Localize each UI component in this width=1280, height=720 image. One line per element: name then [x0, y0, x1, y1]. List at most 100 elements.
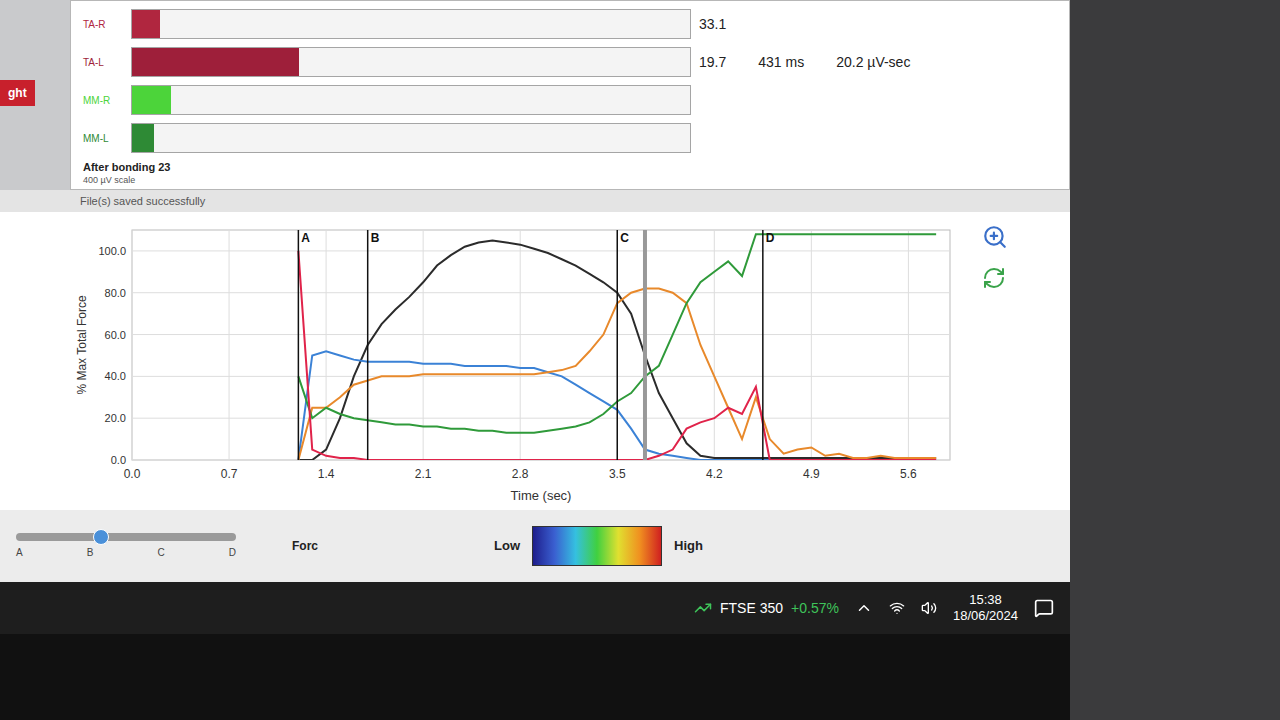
x-tick: 0.0	[124, 230, 141, 481]
phase-slider[interactable]: A B C D	[16, 533, 236, 560]
emg-bar	[131, 123, 691, 153]
emg-row: TA-R 33.1	[83, 9, 1057, 39]
scale-high: High	[674, 536, 703, 556]
phase-marker[interactable]: D	[763, 230, 775, 460]
scale-gradient	[532, 526, 662, 566]
x-tick: 0.7	[221, 230, 238, 481]
chart-panel: 0.0 20.0 40.0 60.0 80.0 100.0 0.0 0.7 1.4 2.1 2.8 3…	[0, 212, 1070, 510]
y-tick: 80.0	[105, 287, 950, 299]
emg-section: ght TA-R 33.1 TA-L 19.7 431 ms 20.2 µV-sec MM-R…	[0, 0, 1070, 190]
ticker[interactable]: FTSE 350 +0.57%	[694, 598, 839, 619]
emg-scale: 400 µV scale	[83, 175, 1057, 186]
emg-reading: 33.1	[699, 14, 726, 35]
emg-row: TA-L 19.7 431 ms 20.2 µV-sec	[83, 47, 1057, 77]
x-tick: 2.8	[512, 230, 529, 481]
taskbar: FTSE 350 +0.57% 15:3818/06/2024	[0, 582, 1070, 634]
volume-icon[interactable]	[921, 600, 937, 616]
x-tick: 4.9	[803, 230, 820, 481]
slider-label: B	[87, 545, 94, 560]
svg-text:4.2: 4.2	[706, 467, 723, 481]
emg-reading: 19.7	[699, 52, 726, 73]
zoom-icon[interactable]	[982, 224, 1008, 250]
ticker-name: FTSE 350	[720, 598, 783, 619]
emg-readings: 33.1	[699, 14, 726, 35]
y-tick: 20.0	[105, 412, 950, 424]
x-tick: 2.1	[415, 230, 432, 481]
slider-labels: A B C D	[16, 545, 236, 560]
phase-marker[interactable]: B	[368, 230, 380, 460]
scale-low: Low	[494, 536, 520, 556]
svg-text:0.7: 0.7	[221, 467, 238, 481]
controls-row: A B C D Forc Low High	[0, 510, 1070, 582]
force-chart: 0.0 20.0 40.0 60.0 80.0 100.0 0.0 0.7 1.4 2.1 2.8 3…	[70, 216, 970, 506]
force-label: Forc	[292, 537, 318, 555]
ticker-icon	[694, 599, 712, 617]
svg-text:A: A	[301, 231, 310, 245]
plot-area	[132, 230, 950, 460]
cursor-line[interactable]	[643, 230, 647, 460]
slider-track[interactable]	[16, 533, 236, 541]
svg-text:3.5: 3.5	[609, 467, 626, 481]
svg-text:60.0: 60.0	[105, 329, 126, 341]
emg-title: After bonding 23	[83, 161, 1057, 175]
svg-text:40.0: 40.0	[105, 370, 126, 382]
emg-label: TA-R	[83, 17, 123, 32]
emg-panel: TA-R 33.1 TA-L 19.7 431 ms 20.2 µV-sec MM-R MM-…	[70, 0, 1070, 190]
y-axis-label: % Max Total Force	[75, 295, 89, 394]
slider-label: D	[229, 545, 236, 560]
wifi-icon[interactable]	[889, 600, 905, 616]
emg-fill	[132, 124, 154, 152]
emg-label: TA-L	[83, 55, 123, 70]
page: ght TA-R 33.1 TA-L 19.7 431 ms 20.2 µV-sec MM-R…	[0, 0, 1280, 720]
slider-thumb[interactable]	[93, 529, 109, 545]
svg-text:D: D	[766, 231, 775, 245]
svg-text:C: C	[620, 231, 629, 245]
svg-text:4.9: 4.9	[803, 467, 820, 481]
emg-readings: 19.7 431 ms 20.2 µV-sec	[699, 52, 910, 73]
emg-fill	[132, 86, 171, 114]
clock[interactable]: 15:3818/06/2024	[953, 592, 1018, 625]
svg-text:2.1: 2.1	[415, 467, 432, 481]
emg-bar	[131, 85, 691, 115]
svg-text:0.0: 0.0	[111, 454, 126, 466]
emg-fill	[132, 48, 299, 76]
tray-expand-icon[interactable]	[855, 599, 873, 617]
emg-row: MM-R	[83, 85, 1057, 115]
svg-text:B: B	[371, 231, 380, 245]
ticker-change: +0.57%	[791, 598, 839, 619]
left-strip: ght	[0, 0, 70, 190]
notification-icon[interactable]	[1034, 598, 1054, 618]
slider-label: A	[16, 545, 23, 560]
svg-text:80.0: 80.0	[105, 287, 126, 299]
slider-label: C	[157, 545, 164, 560]
svg-text:1.4: 1.4	[318, 467, 335, 481]
color-scale: Low High	[494, 526, 703, 566]
emg-row: MM-L	[83, 123, 1057, 153]
x-tick: 1.4	[318, 230, 335, 481]
status-message: File(s) saved successfully	[80, 193, 205, 210]
refresh-icon[interactable]	[982, 266, 1006, 290]
status-bar: File(s) saved successfully	[0, 190, 1070, 212]
svg-text:20.0: 20.0	[105, 412, 126, 424]
emg-reading: 431 ms	[758, 52, 804, 73]
chart-tools	[970, 216, 1008, 290]
screen: ght TA-R 33.1 TA-L 19.7 431 ms 20.2 µV-sec MM-R…	[0, 0, 1070, 720]
x-tick: 3.5	[609, 230, 626, 481]
svg-text:0.0: 0.0	[124, 467, 141, 481]
desk-background	[1070, 0, 1280, 720]
y-tick: 60.0	[105, 329, 950, 341]
phase-marker[interactable]: C	[617, 230, 629, 460]
emg-label: MM-R	[83, 93, 123, 108]
phase-marker[interactable]: A	[298, 230, 310, 460]
y-tick: 40.0	[105, 370, 950, 382]
x-axis-label: Time (sec)	[511, 488, 572, 503]
emg-bar	[131, 47, 691, 77]
emg-reading: 20.2 µV-sec	[836, 52, 910, 73]
emg-fill	[132, 10, 160, 38]
emg-bar	[131, 9, 691, 39]
x-tick: 5.6	[900, 230, 917, 481]
svg-text:100.0: 100.0	[98, 245, 126, 257]
clock-time: 15:38	[969, 592, 1002, 608]
emg-label: MM-L	[83, 131, 123, 146]
emg-caption: After bonding 23400 µV scale	[83, 161, 1057, 186]
